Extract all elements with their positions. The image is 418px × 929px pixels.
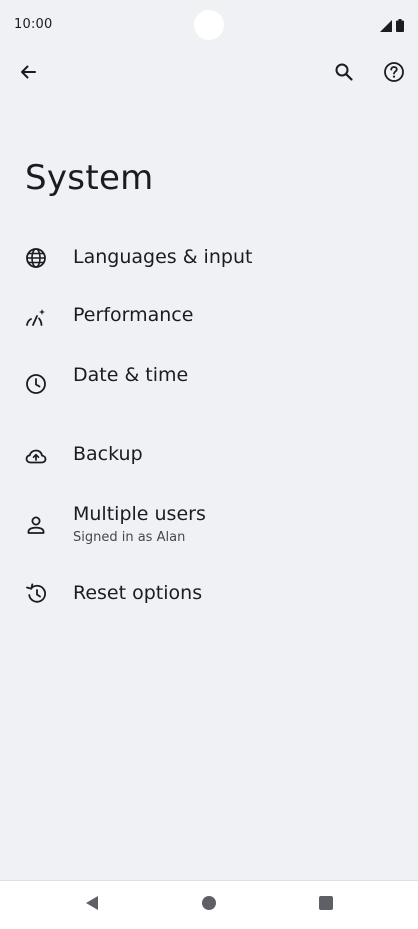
setting-item-backup[interactable]: Backup: [0, 428, 418, 484]
setting-label: Backup: [73, 443, 143, 465]
back-button[interactable]: [12, 58, 44, 90]
help-button[interactable]: [378, 58, 410, 90]
nav-recents-button[interactable]: [314, 893, 338, 917]
cloud-upload-icon: [24, 444, 48, 468]
back-arrow-icon: [18, 62, 38, 86]
setting-item-languages[interactable]: Languages & input: [0, 230, 418, 286]
setting-item-reset-options[interactable]: Reset options: [0, 568, 418, 624]
battery-icon: [396, 17, 404, 36]
navigation-bar: [0, 880, 418, 929]
setting-item-performance[interactable]: Performance: [0, 290, 418, 346]
setting-label: Reset options: [73, 582, 203, 604]
status-bar: 10:00: [0, 0, 418, 52]
nav-back-icon: [84, 895, 100, 915]
setting-label: Performance: [73, 304, 194, 326]
setting-subtitle: Signed in as Alan: [73, 530, 186, 545]
setting-item-multiple-users[interactable]: Multiple users Signed in as Alan: [0, 488, 418, 552]
history-icon: [24, 582, 48, 606]
signal-icon: [380, 17, 392, 36]
camera-cutout: [194, 10, 224, 40]
search-button[interactable]: [328, 58, 360, 90]
setting-label: Multiple users: [73, 503, 206, 525]
help-icon: [383, 61, 405, 87]
top-app-bar: [0, 52, 418, 96]
page-title: System: [25, 158, 154, 198]
performance-icon: [24, 306, 48, 330]
nav-home-button[interactable]: [197, 893, 221, 917]
nav-back-button[interactable]: [80, 893, 104, 917]
status-icons: [380, 17, 404, 36]
clock-icon: [24, 372, 48, 396]
nav-home-icon: [201, 895, 217, 915]
setting-label: Date & time: [73, 364, 189, 386]
nav-recents-icon: [318, 895, 334, 915]
setting-label: Languages & input: [73, 246, 253, 268]
status-time: 10:00: [14, 17, 53, 32]
setting-item-date-time[interactable]: Date & time: [0, 350, 418, 406]
search-icon: [334, 62, 354, 86]
globe-icon: [24, 246, 48, 270]
person-icon: [24, 513, 48, 537]
